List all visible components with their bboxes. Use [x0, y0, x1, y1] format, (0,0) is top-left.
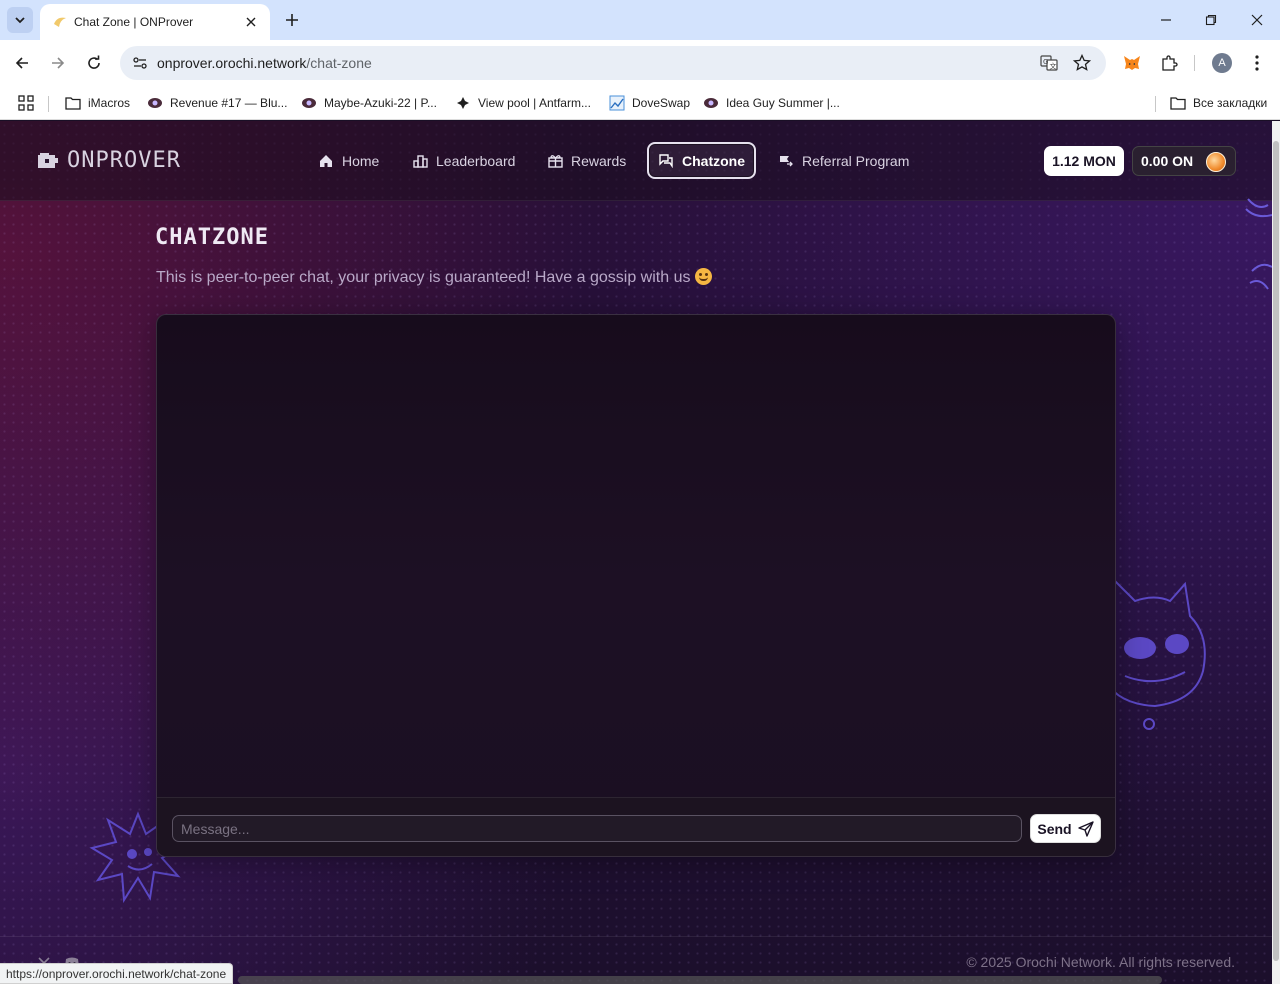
restore-window-button[interactable]: [1199, 8, 1223, 32]
mon-balance-badge[interactable]: 1.12 MON: [1044, 146, 1124, 176]
browser-toolbar: onprover.orochi.network/chat-zone G文 A: [0, 40, 1280, 86]
metamask-extension-icon[interactable]: [1120, 51, 1144, 75]
horizontal-scrollbar[interactable]: [238, 976, 1162, 984]
minimize-window-button[interactable]: [1154, 8, 1178, 32]
chat-composer: Send: [157, 797, 1115, 856]
status-bar-url: https://onprover.orochi.network/chat-zon…: [0, 963, 234, 984]
all-bookmarks-folder[interactable]: Все закладки: [1170, 92, 1267, 114]
toolbar-divider: [1194, 55, 1195, 71]
browser-tabbar: Chat Zone | ONProver: [0, 0, 1280, 40]
tab-search-button[interactable]: [7, 7, 33, 33]
bookmark-view-pool[interactable]: View pool | Antfarm...: [455, 92, 591, 114]
back-button[interactable]: [10, 51, 34, 75]
vertical-scrollbar[interactable]: [1272, 121, 1280, 984]
bookmark-imacros[interactable]: iMacros: [65, 92, 130, 114]
on-coin-icon: [1206, 152, 1226, 172]
url-text: onprover.orochi.network/chat-zone: [157, 55, 372, 71]
nav-chatzone[interactable]: Chatzone: [647, 142, 756, 179]
bookmarks-divider: [1155, 96, 1156, 112]
folder-icon: [1170, 95, 1186, 111]
chevron-down-icon: [15, 17, 25, 24]
plus-icon: [286, 14, 298, 26]
site-header: ONPROVER Home Leaderboard Rewards Chatzo…: [0, 121, 1272, 201]
scrollbar-thumb[interactable]: [1273, 141, 1279, 961]
paper-plane-icon: [1077, 820, 1094, 837]
send-button[interactable]: Send: [1030, 814, 1101, 843]
chat-window: Send: [156, 314, 1116, 857]
chat-message-list[interactable]: [157, 315, 1115, 797]
site-favicon-icon: [52, 14, 68, 30]
message-input[interactable]: [172, 815, 1022, 842]
bookmarks-bar: iMacros Revenue #17 — Blu... Maybe-Azuki…: [0, 86, 1280, 120]
nav-rewards[interactable]: Rewards: [547, 142, 626, 179]
site-logo[interactable]: ONPROVER: [37, 148, 181, 173]
eye-avatar-icon: [703, 95, 719, 111]
nav-home[interactable]: Home: [318, 142, 379, 179]
bookmark-doveswap[interactable]: DoveSwap: [609, 92, 690, 114]
eye-avatar-icon: [147, 95, 163, 111]
close-window-button[interactable]: [1245, 8, 1269, 32]
bookmark-star-icon[interactable]: [1070, 51, 1094, 75]
eye-avatar-icon: [301, 95, 317, 111]
browser-menu-icon[interactable]: [1245, 51, 1269, 75]
svg-text:文: 文: [1050, 62, 1057, 71]
page-title: CHATZONE: [155, 225, 269, 250]
smiling-face-icon: [695, 268, 713, 285]
chat-icon: [658, 153, 674, 169]
forward-button[interactable]: [46, 51, 70, 75]
tab-title: Chat Zone | ONProver: [74, 15, 194, 29]
copyright-text: © 2025 Orochi Network. All rights reserv…: [966, 954, 1235, 970]
nav-leaderboard[interactable]: Leaderboard: [412, 142, 515, 179]
reload-icon: [88, 55, 100, 69]
bookmark-idea-guy[interactable]: Idea Guy Summer |...: [703, 92, 840, 114]
bookmark-maybe-azuki[interactable]: Maybe-Azuki-22 | P...: [301, 92, 437, 114]
browser-tab-active[interactable]: Chat Zone | ONProver: [40, 4, 270, 40]
leaderboard-icon: [412, 153, 428, 169]
rewards-icon: [547, 153, 563, 169]
nav-referral-program[interactable]: Referral Program: [778, 142, 909, 179]
translate-icon[interactable]: G文: [1037, 51, 1061, 75]
close-tab-icon[interactable]: [242, 13, 260, 31]
referral-icon: [778, 153, 794, 169]
address-bar[interactable]: onprover.orochi.network/chat-zone G文: [120, 46, 1106, 80]
arrow-right-icon: [52, 57, 65, 69]
profile-avatar[interactable]: A: [1210, 51, 1234, 75]
page-subtitle: This is peer-to-peer chat, your privacy …: [156, 268, 713, 287]
page-viewport: ONPROVER Home Leaderboard Rewards Chatzo…: [0, 121, 1272, 984]
folder-icon: [65, 95, 81, 111]
on-balance-badge[interactable]: 0.00 ON: [1132, 146, 1236, 176]
extensions-puzzle-icon[interactable]: [1157, 51, 1181, 75]
apps-grid-icon[interactable]: [18, 92, 34, 114]
home-icon: [318, 153, 334, 169]
diamond-icon: [455, 95, 471, 111]
logo-text: ONPROVER: [67, 148, 181, 173]
bookmarks-divider: [48, 96, 49, 112]
decorative-doodle-icon: [1245, 198, 1272, 290]
onprover-logo-icon: [38, 152, 58, 168]
site-settings-icon[interactable]: [128, 51, 152, 75]
arrow-left-icon: [15, 57, 28, 69]
chart-icon: [609, 95, 625, 111]
reload-button[interactable]: [82, 51, 106, 75]
bookmark-revenue[interactable]: Revenue #17 — Blu...: [147, 92, 287, 114]
svg-text:G: G: [1043, 58, 1048, 66]
new-tab-button[interactable]: [282, 10, 302, 30]
avatar: A: [1212, 53, 1232, 73]
